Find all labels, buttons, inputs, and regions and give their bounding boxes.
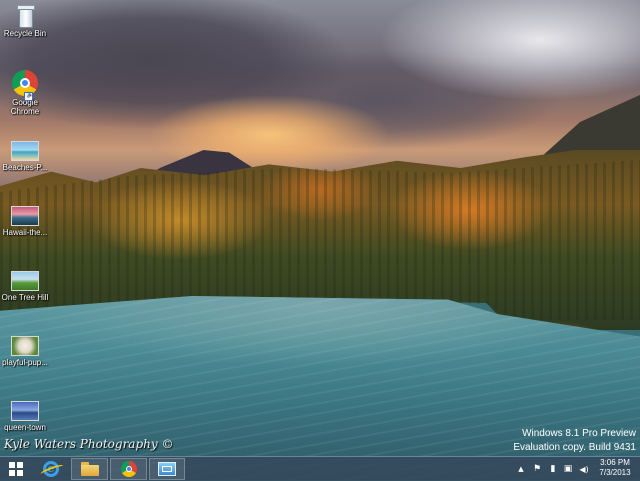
network-icon: ▣ <box>563 464 573 474</box>
clock-date: 7/3/2013 <box>599 468 631 477</box>
file-explorer-button[interactable] <box>71 458 108 480</box>
image-thumbnail-icon <box>11 206 39 226</box>
photography-watermark: Kyle Waters Photography © <box>4 437 174 451</box>
image-thumbnail-icon <box>11 271 39 291</box>
taskbar-clock[interactable]: 3:06 PM 7/3/2013 <box>593 458 637 478</box>
file-explorer-icon <box>80 462 99 476</box>
hawaii-file-shortcut[interactable]: Hawaii-the... <box>0 206 50 238</box>
one-tree-hill-file-shortcut[interactable]: One Tree Hill <box>0 271 50 303</box>
image-thumbnail-icon <box>11 141 39 161</box>
image-thumbnail-icon <box>11 401 39 421</box>
image-thumbnail-icon <box>11 336 39 356</box>
wallpaper-forest-texture <box>0 160 640 320</box>
recycle-bin-icon <box>16 5 35 28</box>
action-center-button[interactable]: ⚑ <box>530 457 544 481</box>
desktop-wallpaper <box>0 0 640 480</box>
edition-line-1: Windows 8.1 Pro Preview <box>522 428 636 439</box>
remote-desktop-icon <box>158 462 176 476</box>
edition-line-2: Evaluation copy. Build 9431 <box>513 442 636 453</box>
desktop-icon-label: playful-pup... <box>2 358 48 367</box>
beaches-file-shortcut[interactable]: Beaches-P... <box>0 141 50 173</box>
google-chrome-taskbar-button[interactable] <box>110 458 147 480</box>
playful-puppy-file-shortcut[interactable]: playful-pup... <box>0 336 50 368</box>
shortcut-arrow-icon: ↗ <box>24 92 33 101</box>
desktop-icon-label: One Tree Hill <box>1 293 49 302</box>
queen-town-file-shortcut[interactable]: queen-town <box>0 401 50 433</box>
battery-icon: ▮ <box>550 464 556 474</box>
speaker-icon: ◀) <box>579 464 589 474</box>
battery-button[interactable]: ▮ <box>546 457 560 481</box>
remote-desktop-button[interactable] <box>149 458 185 480</box>
desktop-icon-label: Recycle Bin <box>3 29 47 38</box>
desktop-icon-label: Hawaii-the... <box>2 228 48 237</box>
windows-start-icon <box>9 462 23 476</box>
google-chrome-shortcut[interactable]: ↗ Google Chrome <box>0 70 50 116</box>
internet-explorer-icon: e <box>43 461 59 477</box>
start-button[interactable] <box>2 458 30 480</box>
taskbar: e ▲ ⚑ ▮ ▣ ◀) <box>0 456 640 481</box>
windows-edition-watermark: Windows 8.1 Pro Preview Evaluation copy.… <box>513 427 636 455</box>
desktop-icon-label: Beaches-P... <box>2 163 48 172</box>
network-button[interactable]: ▣ <box>561 457 575 481</box>
show-hidden-icons-button[interactable]: ▲ <box>514 457 528 481</box>
google-chrome-icon <box>120 461 137 477</box>
internet-explorer-button[interactable]: e <box>33 458 69 480</box>
chevron-up-icon: ▲ <box>518 465 524 473</box>
flag-icon: ⚑ <box>532 464 542 474</box>
recycle-bin-shortcut[interactable]: Recycle Bin <box>0 5 50 39</box>
clock-time: 3:06 PM <box>600 458 630 467</box>
volume-button[interactable]: ◀) <box>576 457 592 481</box>
desktop-icon-label: queen-town <box>4 423 46 432</box>
